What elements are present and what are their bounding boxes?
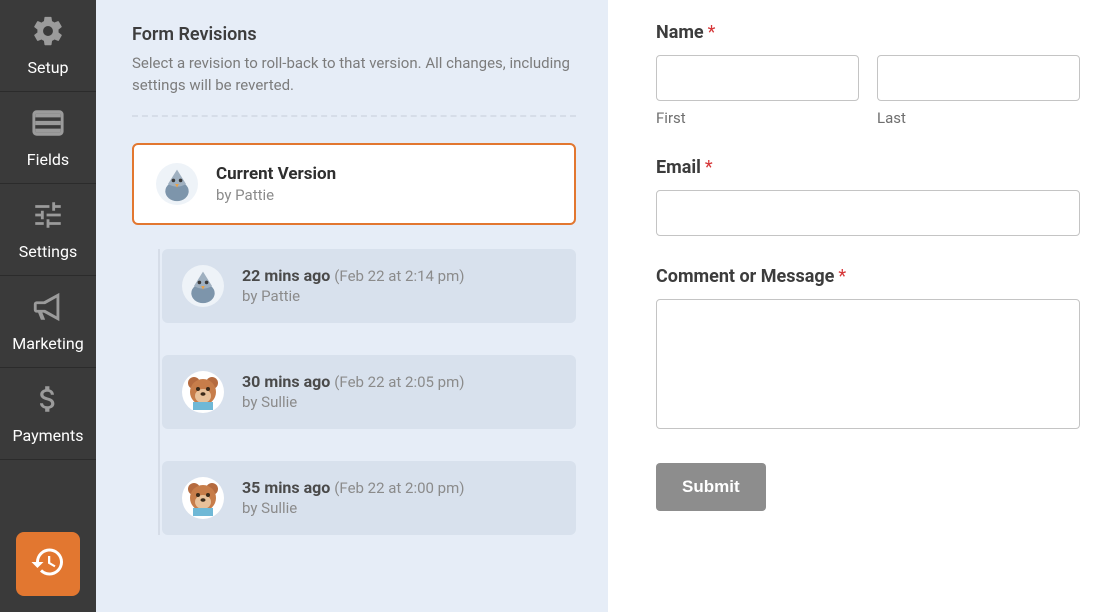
last-name-input[interactable] bbox=[877, 55, 1080, 101]
comment-textarea[interactable] bbox=[656, 299, 1080, 429]
email-label-text: Email bbox=[656, 157, 701, 178]
comment-field-group: Comment or Message* bbox=[656, 266, 1080, 433]
comment-label: Comment or Message* bbox=[656, 266, 1080, 287]
comment-label-text: Comment or Message bbox=[656, 266, 834, 287]
sidebar-item-settings[interactable]: Settings bbox=[0, 184, 96, 276]
avatar-bear bbox=[182, 371, 224, 413]
revision-byline: by Sullie bbox=[242, 499, 464, 517]
revisions-button[interactable] bbox=[16, 532, 80, 596]
email-input[interactable] bbox=[656, 190, 1080, 236]
revisions-heading: Form Revisions bbox=[132, 24, 576, 45]
current-version-title: Current Version bbox=[216, 164, 336, 184]
revision-text: 35 mins ago (Feb 22 at 2:00 pm) by Sulli… bbox=[242, 478, 464, 517]
revision-byline: by Sullie bbox=[242, 393, 464, 411]
revision-date: (Feb 22 at 2:14 pm) bbox=[334, 267, 464, 285]
bullhorn-icon bbox=[31, 290, 65, 328]
revision-date: (Feb 22 at 2:05 pm) bbox=[334, 373, 464, 391]
revision-ago: 22 mins ago bbox=[242, 266, 330, 285]
last-sublabel: Last bbox=[877, 109, 1080, 127]
gear-icon bbox=[31, 14, 65, 52]
current-version-text: Current Version by Pattie bbox=[216, 164, 336, 204]
sidebar-item-payments[interactable]: Payments bbox=[0, 368, 96, 460]
email-field-group: Email* bbox=[656, 157, 1080, 236]
name-label: Name* bbox=[656, 22, 1080, 43]
revisions-description: Select a revision to roll-back to that v… bbox=[132, 53, 576, 97]
builder-sidebar: Setup Fields Settings Marketing Payments bbox=[0, 0, 96, 612]
email-label: Email* bbox=[656, 157, 1080, 178]
submit-button[interactable]: Submit bbox=[656, 463, 766, 511]
required-mark: * bbox=[705, 157, 713, 178]
avatar-pigeon bbox=[156, 163, 198, 205]
divider bbox=[132, 115, 576, 117]
revision-timeline: 22 mins ago (Feb 22 at 2:14 pm) by Patti… bbox=[158, 249, 576, 535]
revision-card[interactable]: 35 mins ago (Feb 22 at 2:00 pm) by Sulli… bbox=[162, 461, 576, 535]
sidebar-label-payments: Payments bbox=[12, 426, 83, 445]
current-version-card[interactable]: Current Version by Pattie bbox=[132, 143, 576, 225]
first-name-input[interactable] bbox=[656, 55, 859, 101]
revision-date: (Feb 22 at 2:00 pm) bbox=[334, 479, 464, 497]
avatar-pigeon bbox=[182, 265, 224, 307]
sidebar-item-setup[interactable]: Setup bbox=[0, 0, 96, 92]
name-label-text: Name bbox=[656, 22, 704, 43]
history-icon bbox=[30, 544, 66, 584]
dollar-icon bbox=[31, 382, 65, 420]
current-version-byline: by Pattie bbox=[216, 186, 336, 204]
sidebar-item-fields[interactable]: Fields bbox=[0, 92, 96, 184]
sidebar-label-marketing: Marketing bbox=[12, 334, 83, 353]
revision-text: 30 mins ago (Feb 22 at 2:05 pm) by Sulli… bbox=[242, 372, 464, 411]
required-mark: * bbox=[708, 22, 716, 43]
name-field-group: Name* First Last bbox=[656, 22, 1080, 127]
sidebar-label-fields: Fields bbox=[27, 150, 69, 169]
avatar-bear bbox=[182, 477, 224, 519]
revision-ago: 30 mins ago bbox=[242, 372, 330, 391]
sidebar-label-settings: Settings bbox=[19, 242, 77, 261]
revision-card[interactable]: 30 mins ago (Feb 22 at 2:05 pm) by Sulli… bbox=[162, 355, 576, 429]
sidebar-item-marketing[interactable]: Marketing bbox=[0, 276, 96, 368]
required-mark: * bbox=[838, 266, 846, 287]
revisions-panel: Form Revisions Select a revision to roll… bbox=[96, 0, 608, 612]
revision-byline: by Pattie bbox=[242, 287, 464, 305]
sliders-icon bbox=[31, 198, 65, 236]
form-preview: Name* First Last Email* Comment or Messa… bbox=[608, 0, 1116, 612]
revision-card[interactable]: 22 mins ago (Feb 22 at 2:14 pm) by Patti… bbox=[162, 249, 576, 323]
sidebar-label-setup: Setup bbox=[27, 58, 68, 77]
revision-ago: 35 mins ago bbox=[242, 478, 330, 497]
list-icon bbox=[31, 106, 65, 144]
revision-text: 22 mins ago (Feb 22 at 2:14 pm) by Patti… bbox=[242, 266, 464, 305]
first-sublabel: First bbox=[656, 109, 859, 127]
